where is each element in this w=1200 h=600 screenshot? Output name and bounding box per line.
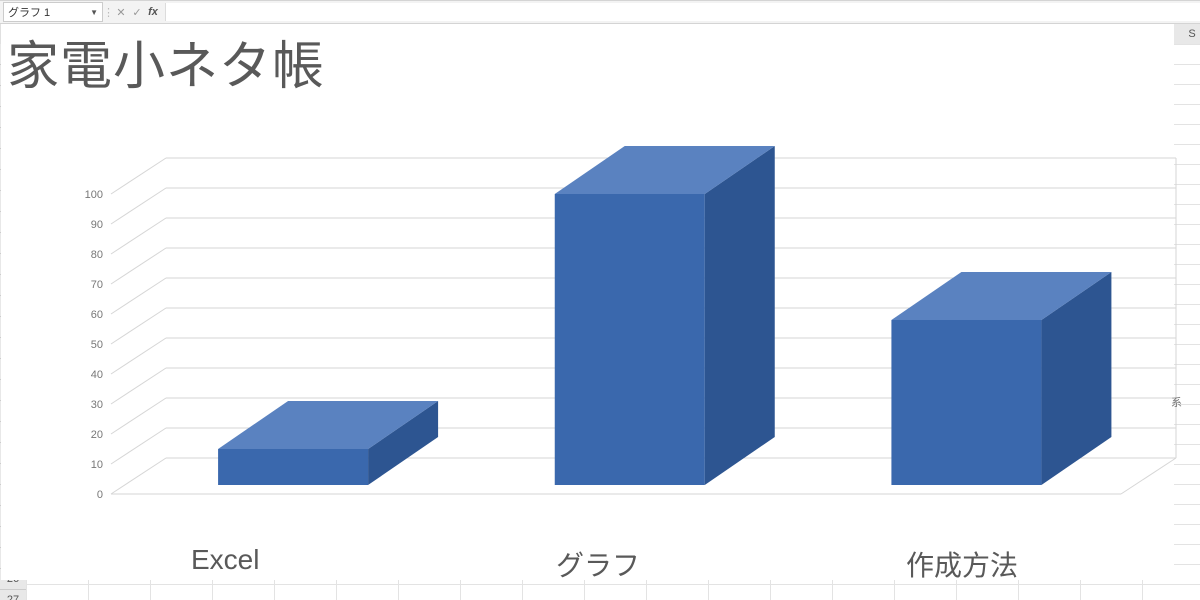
- formula-input[interactable]: [165, 3, 1200, 21]
- chart-object[interactable]: 家電小ネタ帳 0102030405060708090100 Excel グラフ …: [1, 24, 1174, 580]
- name-box[interactable]: グラフ 1 ▼: [3, 2, 103, 22]
- svg-text:50: 50: [91, 339, 103, 351]
- name-box-value: グラフ 1: [8, 4, 50, 20]
- row-header[interactable]: 27: [0, 590, 26, 600]
- category-label-2: 作成方法: [906, 544, 1018, 584]
- chart-legend[interactable]: 系: [1171, 394, 1182, 410]
- svg-text:10: 10: [91, 459, 103, 471]
- svg-text:90: 90: [91, 219, 103, 231]
- fx-button[interactable]: fx: [145, 6, 161, 18]
- category-label-1: グラフ: [556, 544, 640, 584]
- category-label-0: Excel: [191, 544, 259, 576]
- formula-bar: グラフ 1 ▼ ⋮ ✕ ✓ fx: [0, 0, 1200, 24]
- svg-text:40: 40: [91, 369, 103, 381]
- chart-title[interactable]: 家電小ネタ帳: [7, 24, 325, 99]
- svg-text:60: 60: [91, 309, 103, 321]
- chart-plot-area[interactable]: 0 10 20 30 40 50 60 70 80 90 100: [41, 154, 1151, 524]
- svg-text:0: 0: [97, 489, 103, 501]
- chevron-down-icon[interactable]: ▼: [90, 8, 98, 17]
- cancel-button[interactable]: ✕: [113, 6, 129, 19]
- confirm-button[interactable]: ✓: [129, 6, 145, 19]
- svg-text:100: 100: [85, 189, 103, 201]
- worksheet: A B C D E F G H I J K L M N O P Q R S 1 …: [0, 24, 1200, 600]
- svg-text:30: 30: [91, 399, 103, 411]
- divider: ⋮: [103, 6, 113, 19]
- svg-text:70: 70: [91, 279, 103, 291]
- svg-text:20: 20: [91, 429, 103, 441]
- svg-text:80: 80: [91, 249, 103, 261]
